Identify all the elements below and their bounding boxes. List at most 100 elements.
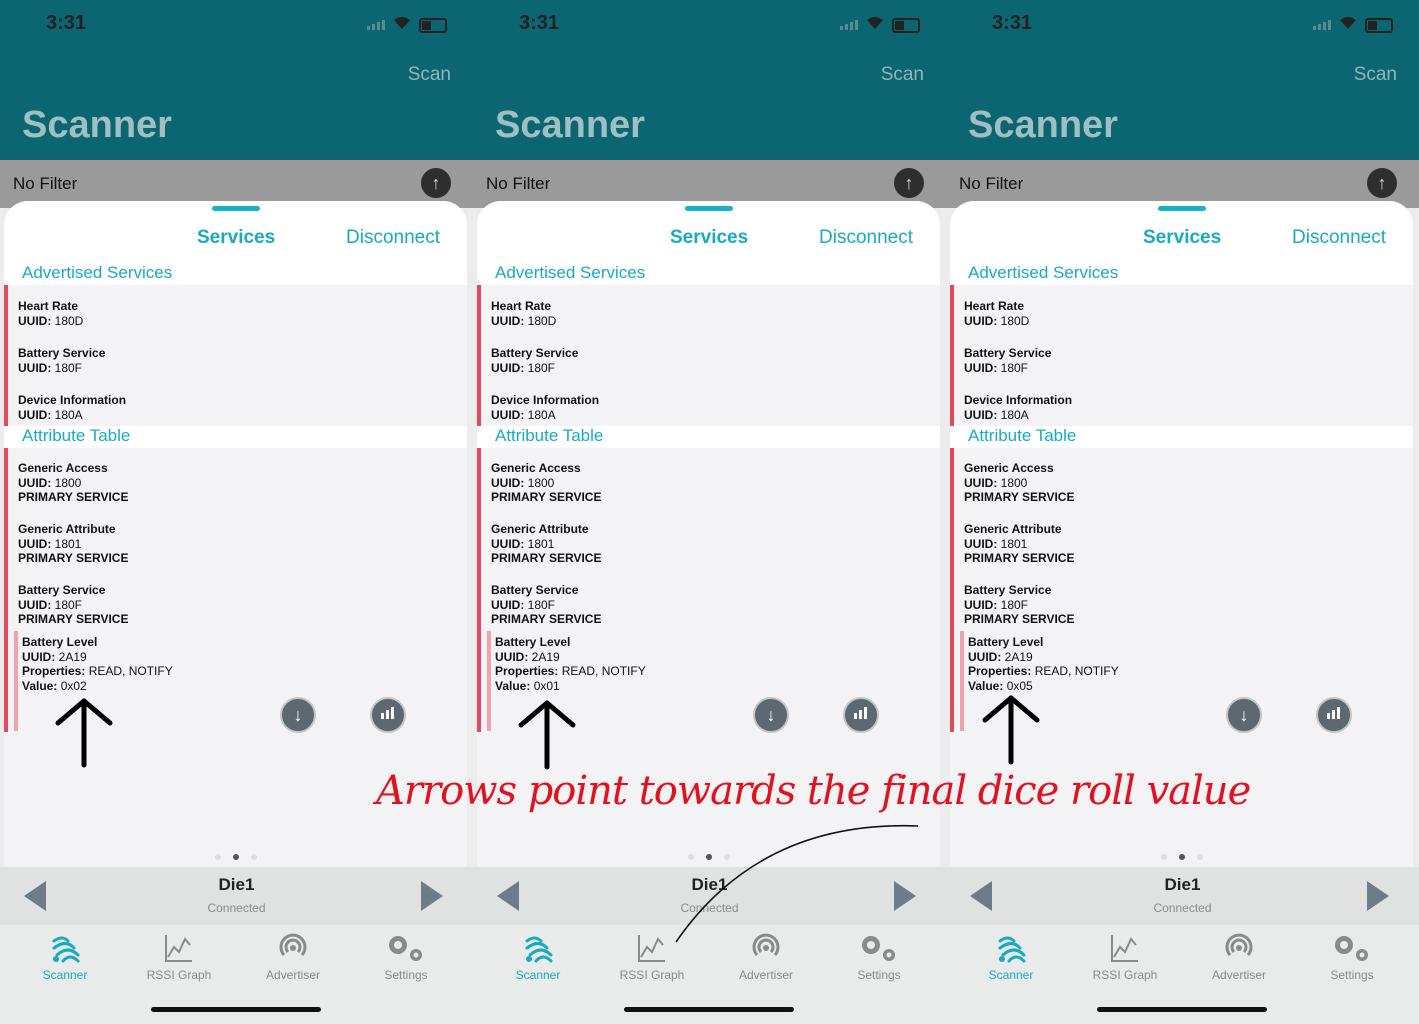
download-icon[interactable]: ↓ bbox=[1226, 697, 1262, 733]
graph-icon[interactable] bbox=[1316, 697, 1352, 733]
device-state: Connected bbox=[207, 901, 266, 915]
advertised-service-item[interactable]: Heart Rate UUID: 180D bbox=[491, 299, 556, 328]
scanner-icon bbox=[961, 931, 1061, 965]
tab-advertiser[interactable]: Advertiser bbox=[243, 931, 343, 982]
settings-icon bbox=[829, 931, 929, 965]
attribute-service-item[interactable]: Generic Access UUID: 1800 PRIMARY SERVIC… bbox=[491, 461, 601, 505]
disconnect-button[interactable]: Disconnect bbox=[819, 227, 913, 249]
rssi-graph-icon bbox=[1075, 931, 1175, 965]
home-indicator bbox=[624, 1007, 794, 1012]
characteristic-item[interactable]: Battery Level UUID: 2A19 Properties: REA… bbox=[495, 635, 646, 693]
attribute-service-item[interactable]: Battery Service UUID: 180F PRIMARY SERVI… bbox=[18, 583, 128, 627]
scan-button[interactable]: Scan bbox=[1354, 64, 1397, 86]
advertised-service-item[interactable]: Device Information UUID: 180A bbox=[491, 393, 599, 422]
advertised-service-item[interactable]: Device Information UUID: 180A bbox=[964, 393, 1072, 422]
characteristic-item[interactable]: Battery Level UUID: 2A19 Properties: REA… bbox=[22, 635, 173, 693]
tab-settings[interactable]: Settings bbox=[356, 931, 456, 982]
tab-label: Settings bbox=[384, 968, 428, 982]
tab-services[interactable]: Services bbox=[197, 227, 275, 249]
scanner-icon bbox=[15, 931, 115, 965]
tab-advertiser[interactable]: Advertiser bbox=[1189, 931, 1289, 982]
device-bar: Die1 Connected bbox=[946, 867, 1419, 925]
attribute-service-item[interactable]: Generic Access UUID: 1800 PRIMARY SERVIC… bbox=[18, 461, 128, 505]
tab-rssi-graph[interactable]: RSSI Graph bbox=[129, 931, 229, 982]
advertised-service-item[interactable]: Battery Service UUID: 180F bbox=[18, 346, 105, 375]
advertised-service-item[interactable]: Battery Service UUID: 180F bbox=[964, 346, 1051, 375]
advertiser-icon bbox=[716, 931, 816, 965]
scan-button[interactable]: Scan bbox=[881, 64, 924, 86]
advertised-service-item[interactable]: Heart Rate UUID: 180D bbox=[18, 299, 83, 328]
download-icon[interactable]: ↓ bbox=[280, 697, 316, 733]
tab-settings[interactable]: Settings bbox=[829, 931, 929, 982]
device-name: Die1 bbox=[218, 875, 255, 894]
tab-label: Scanner bbox=[988, 968, 1034, 982]
status-time: 3:31 bbox=[519, 12, 560, 34]
wifi-icon bbox=[866, 16, 884, 34]
graph-icon[interactable] bbox=[843, 697, 879, 733]
characteristic-accent-bar bbox=[960, 631, 964, 731]
disconnect-button[interactable]: Disconnect bbox=[346, 227, 440, 249]
arrow-up-icon[interactable]: ↑ bbox=[894, 168, 924, 198]
drag-handle[interactable] bbox=[1158, 206, 1206, 211]
advertised-services-header: Advertised Services bbox=[950, 263, 1413, 285]
phone-screen: 3:31 Scan Scanner No Filter ↑ Services D… bbox=[473, 0, 946, 1024]
attribute-accent-bar bbox=[477, 448, 481, 732]
attribute-service-item[interactable]: Generic Attribute UUID: 1801 PRIMARY SER… bbox=[18, 522, 128, 566]
advertiser-icon bbox=[243, 931, 343, 965]
filter-label: No Filter bbox=[13, 174, 78, 193]
next-device-icon[interactable] bbox=[894, 881, 916, 911]
status-icons bbox=[1313, 16, 1393, 34]
attribute-service-item[interactable]: Generic Attribute UUID: 1801 PRIMARY SER… bbox=[491, 522, 601, 566]
battery-icon bbox=[892, 17, 920, 33]
tab-scanner[interactable]: Scanner bbox=[15, 931, 115, 982]
disconnect-button[interactable]: Disconnect bbox=[1292, 227, 1386, 249]
advertised-service-item[interactable]: Battery Service UUID: 180F bbox=[491, 346, 578, 375]
characteristic-value: 0x01 bbox=[530, 678, 560, 693]
filter-label: No Filter bbox=[959, 174, 1024, 193]
nav-header: 3:31 Scan Scanner bbox=[473, 0, 946, 160]
tab-services[interactable]: Services bbox=[1143, 227, 1221, 249]
tab-services[interactable]: Services bbox=[670, 227, 748, 249]
tab-scanner[interactable]: Scanner bbox=[961, 931, 1061, 982]
drag-handle[interactable] bbox=[685, 206, 733, 211]
download-icon[interactable]: ↓ bbox=[753, 697, 789, 733]
characteristic-item[interactable]: Battery Level UUID: 2A19 Properties: REA… bbox=[968, 635, 1119, 693]
wifi-icon bbox=[1339, 16, 1357, 34]
rssi-graph-icon bbox=[602, 931, 702, 965]
tab-label: RSSI Graph bbox=[1092, 968, 1158, 982]
tab-rssi-graph[interactable]: RSSI Graph bbox=[602, 931, 702, 982]
annotation-caption: Arrows point towards the final dice roll… bbox=[376, 768, 1251, 814]
annotation-arrow-icon bbox=[55, 698, 113, 768]
advertised-accent-bar bbox=[477, 285, 481, 426]
attribute-service-item[interactable]: Generic Attribute UUID: 1801 PRIMARY SER… bbox=[964, 522, 1074, 566]
tab-label: Scanner bbox=[42, 968, 88, 982]
advertised-service-item[interactable]: Heart Rate UUID: 180D bbox=[964, 299, 1029, 328]
graph-icon[interactable] bbox=[370, 697, 406, 733]
scan-button[interactable]: Scan bbox=[408, 64, 451, 86]
characteristic-value: 0x05 bbox=[1003, 678, 1033, 693]
nav-header: 3:31 Scan Scanner bbox=[0, 0, 473, 160]
signal-icon bbox=[1313, 20, 1331, 30]
attribute-service-item[interactable]: Battery Service UUID: 180F PRIMARY SERVI… bbox=[491, 583, 601, 627]
tab-label: Advertiser bbox=[738, 968, 794, 982]
next-device-icon[interactable] bbox=[421, 881, 443, 911]
next-device-icon[interactable] bbox=[1367, 881, 1389, 911]
home-indicator bbox=[151, 1007, 321, 1012]
filter-label: No Filter bbox=[486, 174, 551, 193]
tab-settings[interactable]: Settings bbox=[1302, 931, 1402, 982]
tab-advertiser[interactable]: Advertiser bbox=[716, 931, 816, 982]
page-title: Scanner bbox=[495, 104, 645, 146]
arrow-up-icon[interactable]: ↑ bbox=[421, 168, 451, 198]
attribute-table-header: Attribute Table bbox=[4, 426, 467, 448]
advertised-service-item[interactable]: Device Information UUID: 180A bbox=[18, 393, 126, 422]
tab-rssi-graph[interactable]: RSSI Graph bbox=[1075, 931, 1175, 982]
nav-header: 3:31 Scan Scanner bbox=[946, 0, 1419, 160]
annotation-arrow-icon bbox=[982, 695, 1040, 765]
attribute-service-item[interactable]: Battery Service UUID: 180F PRIMARY SERVI… bbox=[964, 583, 1074, 627]
attribute-service-item[interactable]: Generic Access UUID: 1800 PRIMARY SERVIC… bbox=[964, 461, 1074, 505]
characteristic-value: 0x02 bbox=[57, 678, 87, 693]
arrow-up-icon[interactable]: ↑ bbox=[1367, 168, 1397, 198]
tab-scanner[interactable]: Scanner bbox=[488, 931, 588, 982]
status-time: 3:31 bbox=[992, 12, 1033, 34]
drag-handle[interactable] bbox=[212, 206, 260, 211]
